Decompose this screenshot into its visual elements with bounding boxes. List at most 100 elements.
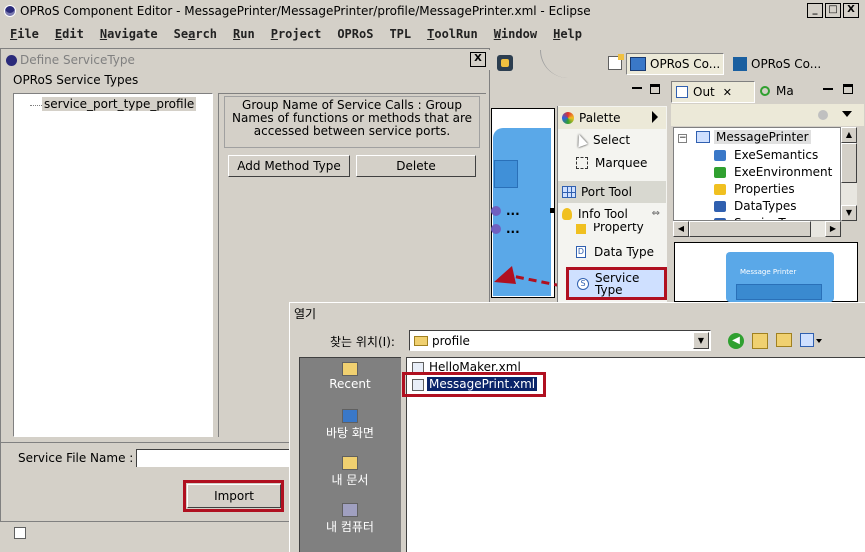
property-icon	[576, 224, 586, 234]
outline-item[interactable]: ExeSemantics	[734, 148, 818, 162]
outline-item-icon	[714, 150, 726, 161]
arrow-cursor-icon	[574, 132, 588, 148]
place-icon	[342, 456, 358, 470]
scroll-left-button[interactable]: ◀	[673, 221, 689, 237]
outline-tab-close-icon[interactable]: ✕	[723, 86, 732, 99]
service-file-name-label: Service File Name :	[18, 451, 134, 465]
palette-property[interactable]: Property	[576, 223, 644, 235]
maximize-button[interactable]: □	[825, 3, 841, 18]
outline-maximize-icon[interactable]	[843, 84, 853, 94]
thumbnail-title: Message Printer	[740, 268, 797, 276]
scroll-right-button[interactable]: ▶	[825, 221, 841, 237]
window-title: OPRoS Component Editor - MessagePrinter/…	[20, 4, 591, 18]
open-perspective-icon[interactable]	[608, 54, 624, 70]
place-item[interactable]: Recent	[305, 377, 395, 391]
selected-file-highlight	[402, 372, 546, 397]
dialog-app-icon	[6, 54, 17, 66]
view-menu-dropdown-icon[interactable]	[816, 339, 822, 343]
place-item[interactable]: 내 문서	[305, 471, 395, 488]
port-dot-1[interactable]	[491, 206, 501, 216]
palette-icon	[562, 112, 574, 124]
palette-port-tool[interactable]: Port Tool	[558, 181, 666, 203]
tree-item-service-port-type-profile[interactable]: service_port_type_profile	[42, 97, 197, 111]
menu-item[interactable]: Help	[545, 27, 590, 41]
port-label-2: ...	[506, 222, 520, 236]
dialog-titlebar: Define ServiceType	[6, 50, 490, 70]
new-folder-icon[interactable]	[776, 333, 792, 347]
outline-vscroll[interactable]: ▲ ▼	[841, 127, 857, 221]
menu-item[interactable]: OPRoS	[329, 27, 381, 41]
menu-item[interactable]: TPL	[381, 27, 419, 41]
perspective-tab-1[interactable]: OPRoS Co...	[626, 53, 724, 75]
palette-info-tool[interactable]: Info Tool ⇔	[558, 204, 666, 224]
outline-item[interactable]: Properties	[734, 182, 795, 196]
menu-item[interactable]: Search	[166, 27, 225, 41]
outline-tree: − MessagePrinter ExeSemantics ExeEnvironm…	[673, 127, 841, 221]
tab-overview[interactable]: Ma	[760, 84, 794, 98]
scroll-thumb[interactable]	[841, 143, 857, 183]
palette-select[interactable]: Select	[574, 132, 630, 148]
outline-hscroll[interactable]: ◀ ▶	[673, 221, 841, 237]
scroll-up-button[interactable]: ▲	[841, 127, 857, 143]
editor-maximize-icon[interactable]	[650, 84, 660, 94]
tree-expand-icon[interactable]: −	[678, 134, 687, 143]
port-label-1: ...	[506, 204, 520, 218]
editor-minimize-icon[interactable]	[632, 87, 642, 97]
palette-header[interactable]: Palette	[558, 107, 666, 129]
grid-icon	[562, 186, 576, 198]
place-icon	[342, 362, 358, 376]
look-in-select[interactable]: profile ▼	[409, 330, 711, 351]
open-dialog-titlebar: 열기	[290, 303, 865, 323]
outline-tab[interactable]: Out ✕	[671, 81, 755, 103]
menu-item[interactable]: Project	[263, 27, 330, 41]
thumbnail-inner	[736, 284, 822, 300]
component-icon	[733, 57, 747, 71]
palette-service-type[interactable]: S Service Type	[566, 267, 667, 300]
back-icon[interactable]: ◀	[728, 333, 744, 349]
component-toolbar-icon[interactable]	[497, 55, 513, 71]
window-titlebar: OPRoS Component Editor - MessagePrinter/…	[0, 0, 865, 22]
menu-item[interactable]: Navigate	[92, 27, 166, 41]
look-in-dropdown-button[interactable]: ▼	[693, 332, 709, 349]
menu-item[interactable]: ToolRun	[419, 27, 486, 41]
tree-root[interactable]: MessagePrinter	[714, 130, 811, 144]
close-window-button[interactable]: X	[843, 3, 859, 18]
tree-connector	[30, 105, 42, 106]
delete-button[interactable]: Delete	[356, 155, 476, 177]
import-button[interactable]: Import	[187, 484, 281, 508]
menu-item[interactable]: File	[2, 27, 47, 41]
status-bar	[0, 521, 290, 552]
service-file-name-input[interactable]	[136, 449, 296, 467]
palette-marquee[interactable]: Marquee	[576, 156, 647, 170]
port-dot-2[interactable]	[491, 224, 501, 234]
outline-pin-icon[interactable]	[818, 110, 828, 120]
outline-minimize-icon[interactable]	[823, 88, 833, 90]
outline-item[interactable]: ExeEnvironment	[734, 165, 832, 179]
outline-menu-icon[interactable]	[842, 111, 852, 117]
palette-expand-icon[interactable]	[652, 111, 658, 123]
up-folder-icon[interactable]	[752, 333, 768, 349]
cube-icon	[630, 57, 646, 71]
place-item[interactable]: 바탕 화면	[305, 424, 395, 441]
outline-icon	[676, 86, 688, 98]
view-menu-icon[interactable]	[800, 333, 814, 347]
selection-handle[interactable]	[550, 208, 555, 213]
place-icon	[342, 409, 358, 423]
drawer-pin-icon[interactable]: ⇔	[652, 208, 660, 219]
scroll-down-button[interactable]: ▼	[841, 205, 857, 221]
hscroll-thumb[interactable]	[689, 221, 811, 237]
perspective-tab-2[interactable]: OPRoS Co...	[730, 53, 828, 75]
menu-item[interactable]: Run	[225, 27, 263, 41]
palette-data-type[interactable]: D Data Type	[576, 245, 654, 259]
menu-item[interactable]: Window	[486, 27, 545, 41]
eclipse-icon	[4, 5, 16, 17]
fast-view-icon[interactable]	[14, 527, 26, 539]
menu-item[interactable]: Edit	[47, 27, 92, 41]
minimize-button[interactable]: _	[807, 3, 823, 18]
outline-item[interactable]: DataTypes	[734, 199, 796, 213]
service-types-tree[interactable]	[13, 93, 213, 437]
outline-item-icon	[714, 184, 726, 195]
dialog-close-button[interactable]: X	[470, 52, 486, 67]
place-item[interactable]: 내 컴퓨터	[305, 518, 395, 535]
add-method-type-button[interactable]: Add Method Type	[228, 155, 350, 177]
